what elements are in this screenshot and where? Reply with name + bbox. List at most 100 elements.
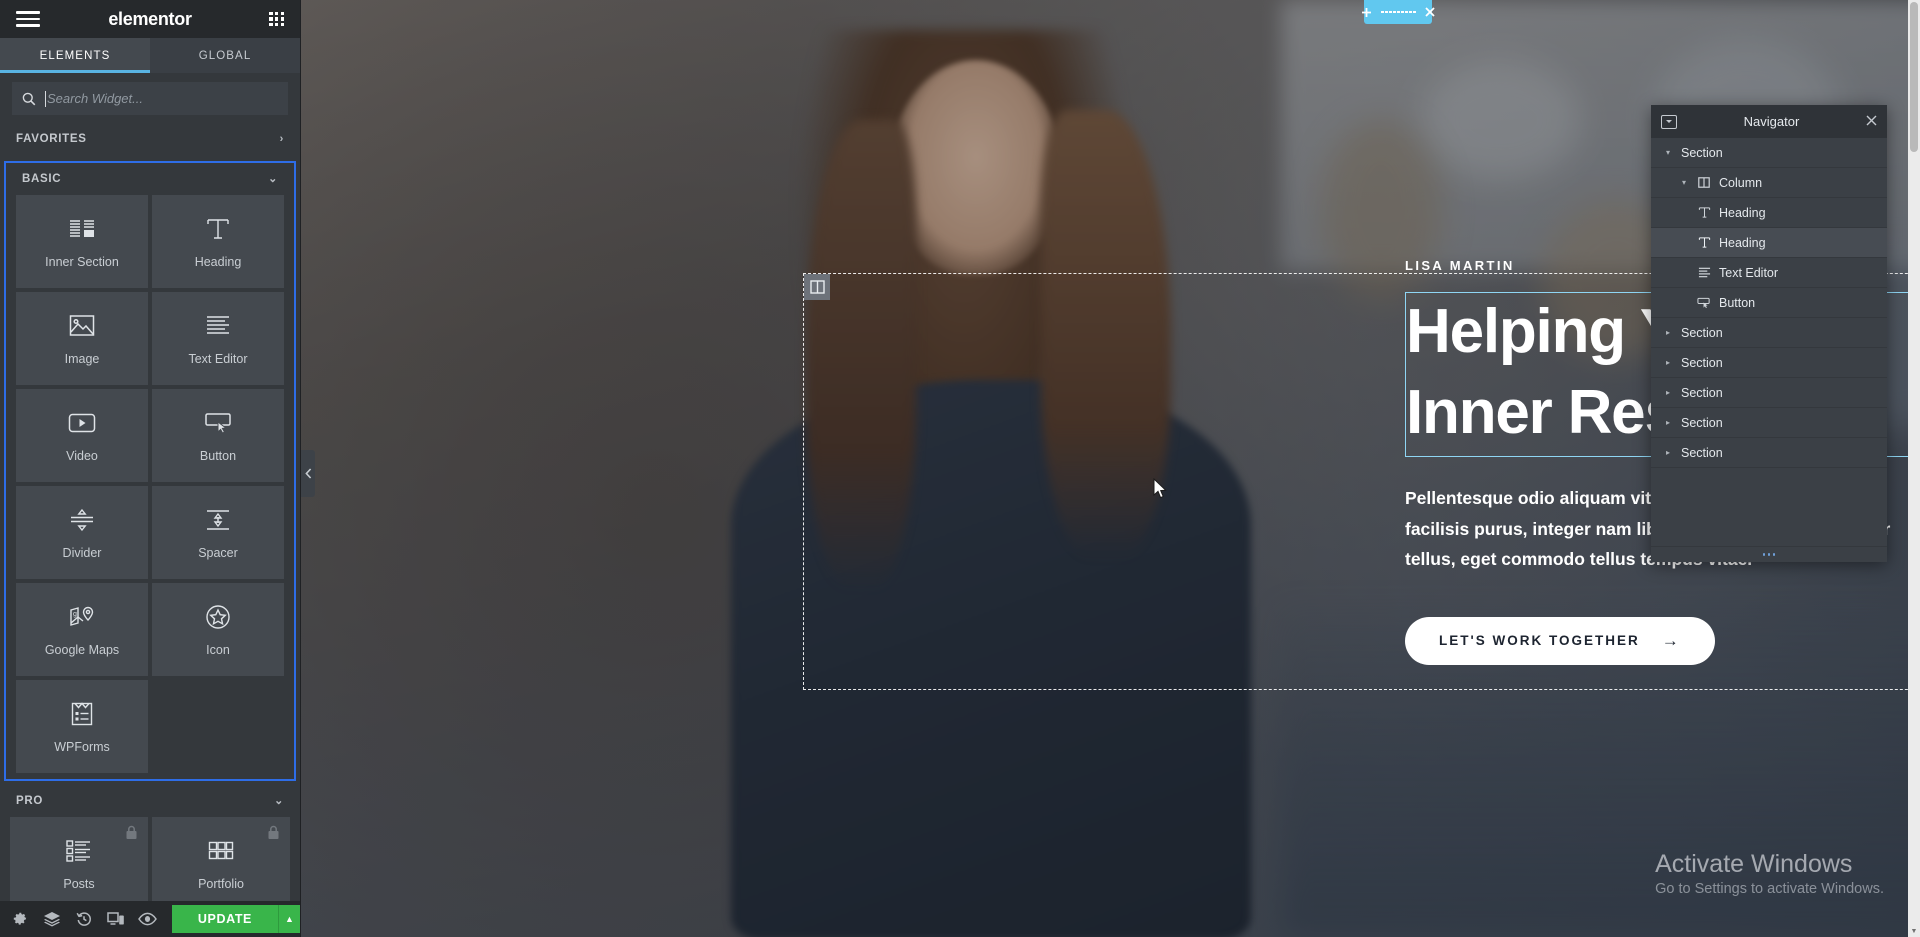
widget-posts[interactable]: Posts bbox=[10, 817, 148, 901]
search-widget-area bbox=[0, 73, 300, 123]
navigator-item-section[interactable]: ▸ Section bbox=[1651, 378, 1887, 408]
chevron-right-icon[interactable]: ▸ bbox=[1663, 358, 1673, 367]
preview-button[interactable] bbox=[132, 901, 164, 937]
navigator-item-button[interactable]: Button bbox=[1651, 288, 1887, 318]
settings-button[interactable] bbox=[4, 901, 36, 937]
elementor-panel: elementor ELEMENTS GLOBAL FA bbox=[0, 0, 301, 937]
tab-global[interactable]: GLOBAL bbox=[150, 38, 300, 73]
widget-label: Google Maps bbox=[44, 643, 120, 657]
navigator-item-text-editor[interactable]: Text Editor bbox=[1651, 258, 1887, 288]
svg-text:g: g bbox=[73, 611, 77, 618]
navigator-item-section[interactable]: ▸ Section bbox=[1651, 408, 1887, 438]
navigator-item-label: Section bbox=[1681, 445, 1723, 460]
category-pro-section: PRO ⌄ Posts Portfolio bbox=[0, 785, 300, 901]
chevron-right-icon[interactable]: ▸ bbox=[1663, 388, 1673, 397]
update-options-button[interactable]: ▲ bbox=[278, 905, 301, 933]
navigator-item-label: Section bbox=[1681, 355, 1723, 370]
chevron-left-icon bbox=[304, 468, 311, 479]
category-favorites-label: FAVORITES bbox=[16, 133, 87, 145]
widget-video[interactable]: Video bbox=[16, 389, 148, 482]
navigator-resize-handle[interactable] bbox=[1651, 546, 1887, 562]
history-button[interactable] bbox=[68, 901, 100, 937]
drag-dots-icon[interactable] bbox=[1381, 10, 1416, 14]
layers-icon bbox=[43, 912, 60, 927]
widget-wpforms[interactable]: WPForms bbox=[16, 680, 148, 773]
text-editor-icon bbox=[203, 311, 233, 341]
close-icon[interactable] bbox=[1425, 7, 1435, 17]
navigator-item-label: Section bbox=[1681, 415, 1723, 430]
search-box[interactable] bbox=[12, 82, 288, 115]
chevron-right-icon[interactable]: ▸ bbox=[1663, 448, 1673, 457]
search-input[interactable] bbox=[47, 91, 278, 106]
widget-spacer[interactable]: Spacer bbox=[152, 486, 284, 579]
navigator-item-label: Heading bbox=[1719, 235, 1766, 250]
history-icon bbox=[76, 912, 91, 926]
navigator-item-section[interactable]: ▾ Section bbox=[1651, 138, 1887, 168]
button-icon bbox=[203, 408, 233, 438]
page-scrollbar[interactable]: ▲ ▼ bbox=[1908, 0, 1920, 937]
chevron-down-icon: ⌄ bbox=[274, 794, 284, 807]
widget-text-editor[interactable]: Text Editor bbox=[152, 292, 284, 385]
tab-elements[interactable]: ELEMENTS bbox=[0, 38, 150, 73]
widget-inner-section[interactable]: Inner Section bbox=[16, 195, 148, 288]
category-pro-label: PRO bbox=[16, 795, 44, 807]
text-caret bbox=[45, 90, 46, 107]
chevron-right-icon[interactable]: ▸ bbox=[1663, 328, 1673, 337]
chevron-down-icon[interactable]: ▾ bbox=[1679, 178, 1689, 187]
update-button[interactable]: UPDATE bbox=[171, 905, 278, 933]
category-basic-label: BASIC bbox=[22, 173, 62, 185]
navigator-item-heading[interactable]: Heading bbox=[1651, 198, 1887, 228]
widget-divider[interactable]: Divider bbox=[16, 486, 148, 579]
widget-panel-scroll: FAVORITES › BASIC ⌄ Inner Section Headin… bbox=[0, 123, 300, 901]
lock-icon bbox=[125, 825, 138, 845]
category-pro[interactable]: PRO ⌄ bbox=[0, 785, 300, 817]
widget-label: Heading bbox=[194, 255, 242, 269]
navigator-item-section[interactable]: ▸ Section bbox=[1651, 318, 1887, 348]
hamburger-icon[interactable] bbox=[16, 11, 40, 27]
grid-apps-icon[interactable] bbox=[269, 11, 284, 27]
category-basic[interactable]: BASIC ⌄ bbox=[6, 163, 294, 195]
chevron-right-icon[interactable]: ▸ bbox=[1663, 418, 1673, 427]
eye-icon bbox=[138, 912, 158, 926]
widget-label: Button bbox=[199, 449, 237, 463]
navigator-header[interactable]: Navigator bbox=[1651, 105, 1887, 138]
arrow-right-icon: → bbox=[1661, 630, 1681, 650]
widget-image[interactable]: Image bbox=[16, 292, 148, 385]
video-icon bbox=[67, 408, 97, 438]
navigator-item-heading-selected[interactable]: Heading bbox=[1651, 228, 1887, 258]
widget-label: Portfolio bbox=[198, 877, 244, 891]
column-handle[interactable] bbox=[804, 274, 830, 300]
widget-google-maps[interactable]: g Google Maps bbox=[16, 583, 148, 676]
hero-cta-button[interactable]: LET'S WORK TOGETHER → bbox=[1405, 616, 1715, 665]
widget-heading[interactable]: Heading bbox=[152, 195, 284, 288]
widget-label: Inner Section bbox=[45, 255, 119, 269]
navigator-button[interactable] bbox=[36, 901, 68, 937]
chevron-down-icon[interactable]: ▾ bbox=[1663, 148, 1673, 157]
close-icon[interactable] bbox=[1866, 114, 1877, 129]
widget-label: Video bbox=[66, 449, 98, 463]
scrollbar-thumb[interactable] bbox=[1910, 2, 1918, 152]
widget-label: Posts bbox=[63, 877, 95, 891]
divider-icon bbox=[67, 505, 97, 535]
scroll-down-arrow[interactable]: ▼ bbox=[1908, 925, 1920, 937]
category-favorites[interactable]: FAVORITES › bbox=[0, 123, 300, 155]
plus-icon[interactable] bbox=[1361, 7, 1372, 18]
responsive-mode-button[interactable] bbox=[100, 901, 132, 937]
dock-icon[interactable] bbox=[1661, 114, 1677, 129]
inner-section-icon bbox=[67, 214, 97, 244]
widget-portfolio[interactable]: Portfolio bbox=[152, 817, 290, 901]
navigator-item-column[interactable]: ▾ Column bbox=[1651, 168, 1887, 198]
panel-collapse-toggle[interactable] bbox=[301, 450, 315, 497]
navigator-item-label: Heading bbox=[1719, 205, 1766, 220]
navigator-item-section[interactable]: ▸ Section bbox=[1651, 438, 1887, 468]
pro-widget-grid: Posts Portfolio bbox=[0, 817, 300, 901]
section-handle[interactable] bbox=[1361, 0, 1435, 24]
widget-label: WPForms bbox=[54, 740, 110, 754]
spacer-icon bbox=[203, 505, 233, 535]
google-maps-icon: g bbox=[67, 602, 97, 632]
widget-icon[interactable]: Icon bbox=[152, 583, 284, 676]
navigator-title: Navigator bbox=[1743, 114, 1800, 129]
widget-label: Text Editor bbox=[188, 352, 248, 366]
widget-button[interactable]: Button bbox=[152, 389, 284, 482]
navigator-item-section[interactable]: ▸ Section bbox=[1651, 348, 1887, 378]
